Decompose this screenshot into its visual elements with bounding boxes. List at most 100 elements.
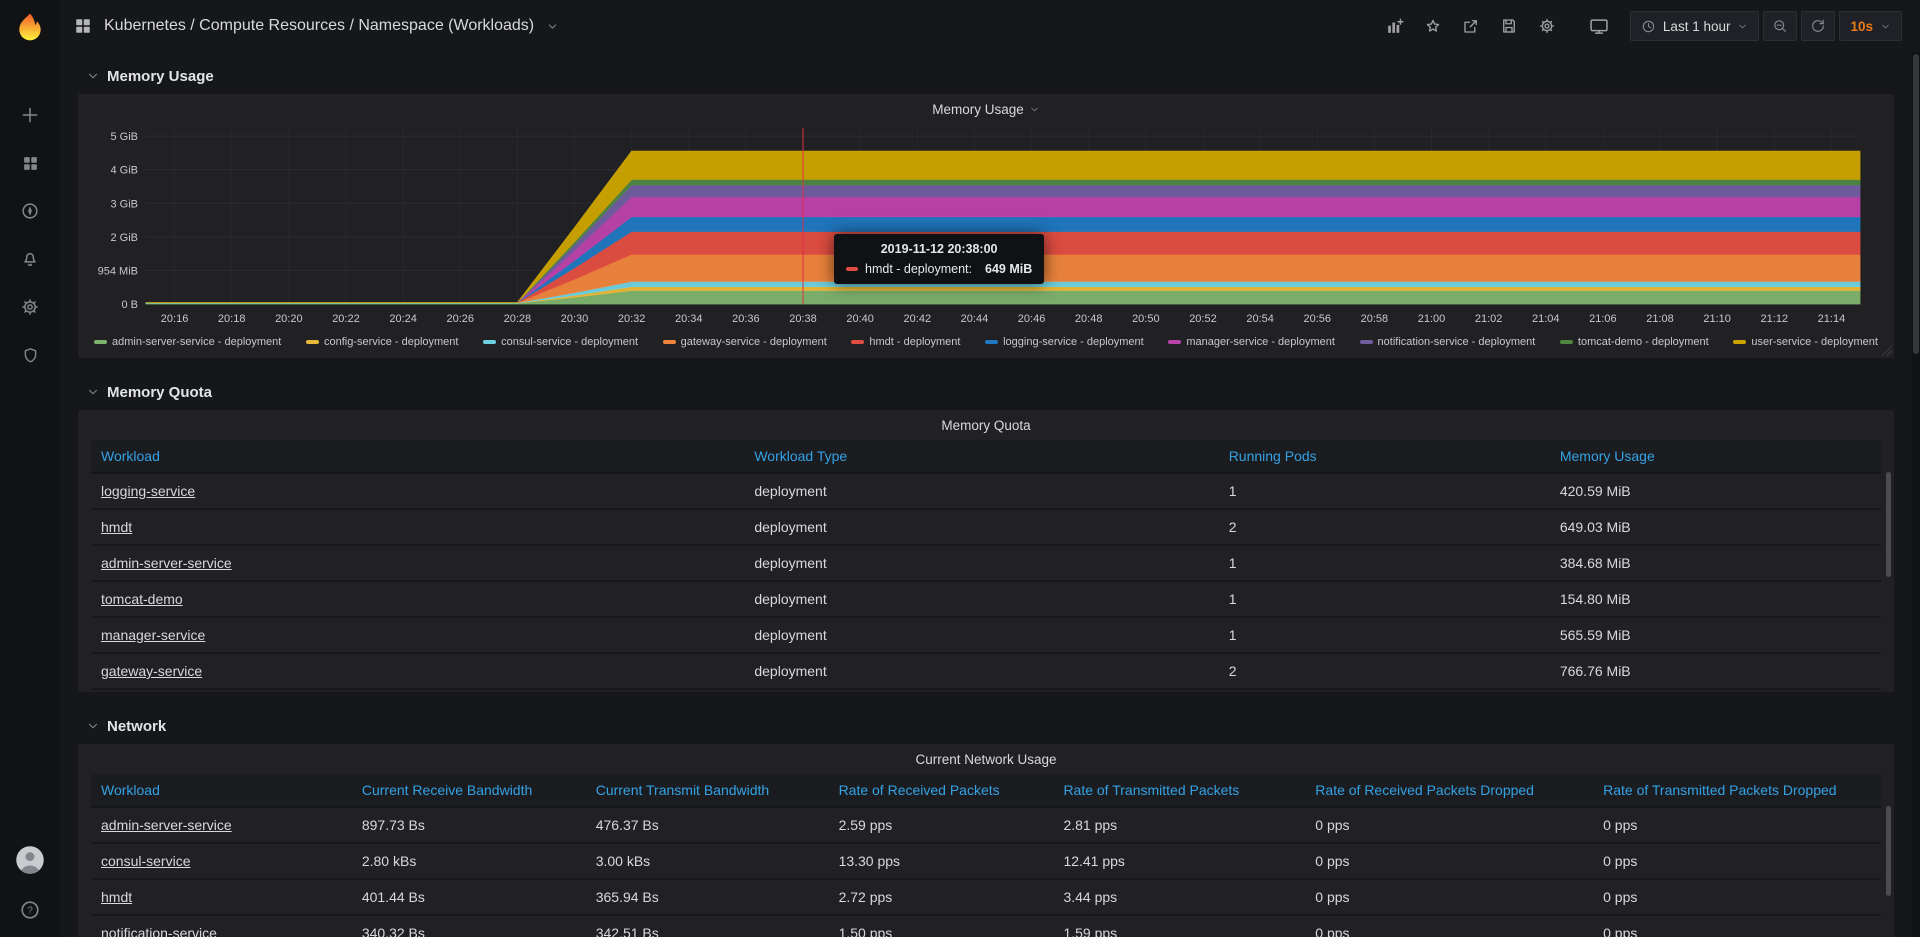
star-button[interactable] [1416, 11, 1450, 41]
tooltip-series-marker [846, 267, 858, 271]
y-axis-tick-label: 5 GiB [110, 131, 138, 143]
zoom-out-button[interactable] [1763, 11, 1797, 41]
grafana-logo-icon [14, 11, 46, 43]
workload-link[interactable]: hmdt [101, 889, 132, 905]
workload-link[interactable]: tomcat-demo [101, 591, 183, 607]
page-scrollbar-thumb[interactable] [1913, 54, 1919, 354]
refresh-button[interactable] [1801, 11, 1835, 41]
table-cell: 476.37 Bs [586, 807, 829, 843]
x-axis-tick-label: 20:28 [504, 313, 532, 325]
legend-item-admin-server-service[interactable]: admin-server-service - deployment [94, 336, 281, 348]
table-row: manager-servicedeployment1565.59 MiB [91, 617, 1881, 653]
plus-icon [20, 105, 40, 125]
column-header-workload[interactable]: Workload [91, 440, 744, 473]
table-cell: 565.59 MiB [1550, 617, 1881, 653]
workload-link[interactable]: gateway-service [101, 663, 202, 679]
legend-item-user-service[interactable]: user-service - deployment [1733, 336, 1878, 348]
workload-link[interactable]: hmdt [101, 519, 132, 535]
column-header-current-receive-bandwidth[interactable]: Current Receive Bandwidth [352, 774, 586, 807]
workload-link[interactable]: manager-service [101, 627, 205, 643]
share-icon [1462, 17, 1480, 35]
workload-cell: gateway-service [91, 653, 744, 689]
section-memory-quota[interactable]: Memory Quota [78, 374, 1894, 410]
alerting-icon [20, 249, 40, 269]
x-axis-tick-label: 20:46 [1018, 313, 1046, 325]
column-header-rate-of-transmitted-packets-dropped[interactable]: Rate of Transmitted Packets Dropped [1593, 774, 1881, 807]
column-header-workload[interactable]: Workload [91, 774, 352, 807]
memory-quota-panel: Memory Quota WorkloadWorkload TypeRunnin… [78, 410, 1894, 692]
section-network[interactable]: Network [78, 708, 1894, 744]
cycle-view-button[interactable] [1582, 11, 1616, 41]
x-axis-tick-label: 20:58 [1361, 313, 1389, 325]
workload-link[interactable]: admin-server-service [101, 555, 232, 571]
page-scrollbar[interactable] [1912, 52, 1920, 937]
share-button[interactable] [1454, 11, 1488, 41]
help-button[interactable]: ? [10, 893, 50, 927]
table-cell: 401.44 Bs [352, 879, 586, 915]
table-cell: 766.76 MiB [1550, 653, 1881, 689]
dashboard-breadcrumb[interactable]: Kubernetes / Compute Resources / Namespa… [74, 17, 559, 35]
create-button[interactable] [10, 98, 50, 132]
section-memory-usage[interactable]: Memory Usage [78, 58, 1894, 94]
dashboard-settings-button[interactable] [1530, 11, 1564, 41]
table-cell: 0 pps [1593, 843, 1881, 879]
column-header-running-pods[interactable]: Running Pods [1219, 440, 1550, 473]
legend-item-gateway-service[interactable]: gateway-service - deployment [663, 336, 827, 348]
configuration-button[interactable] [10, 290, 50, 324]
chevron-down-icon [86, 385, 100, 399]
save-button[interactable] [1492, 11, 1526, 41]
workload-cell: admin-server-service [91, 545, 744, 581]
network-table-header-row: WorkloadCurrent Receive BandwidthCurrent… [91, 774, 1881, 807]
table-cell: 1 [1219, 545, 1550, 581]
table-cell: 0 pps [1593, 879, 1881, 915]
sidebar-menu [10, 98, 50, 372]
legend-item-logging-service[interactable]: logging-service - deployment [985, 336, 1144, 348]
add-panel-button[interactable] [1378, 11, 1412, 41]
column-header-current-transmit-bandwidth[interactable]: Current Transmit Bandwidth [586, 774, 829, 807]
legend-color-marker [1560, 340, 1573, 344]
legend-color-marker [94, 340, 107, 344]
alerting-button[interactable] [10, 242, 50, 276]
column-header-workload-type[interactable]: Workload Type [744, 440, 1218, 473]
legend-item-manager-service[interactable]: manager-service - deployment [1168, 336, 1335, 348]
column-header-memory-usage[interactable]: Memory Usage [1550, 440, 1881, 473]
legend-item-tomcat-demo[interactable]: tomcat-demo - deployment [1560, 336, 1709, 348]
panel-resize-handle[interactable] [1882, 346, 1892, 356]
memory-usage-panel-title[interactable]: Memory Usage [84, 94, 1888, 124]
table-row: admin-server-servicedeployment1384.68 Mi… [91, 545, 1881, 581]
column-header-rate-of-transmitted-packets[interactable]: Rate of Transmitted Packets [1053, 774, 1305, 807]
tooltip-timestamp: 2019-11-12 20:38:00 [846, 242, 1032, 256]
legend-item-consul-service[interactable]: consul-service - deployment [483, 336, 638, 348]
network-panel-title[interactable]: Current Network Usage [78, 744, 1894, 774]
memory-usage-chart[interactable]: 0 B954 MiB2 GiB3 GiB4 GiB5 GiB20:1620:18… [84, 124, 1874, 330]
memory-quota-panel-title[interactable]: Memory Quota [78, 410, 1894, 440]
legend-item-notification-service[interactable]: notification-service - deployment [1360, 336, 1536, 348]
workload-cell: logging-service [91, 473, 744, 509]
column-header-rate-of-received-packets-dropped[interactable]: Rate of Received Packets Dropped [1305, 774, 1593, 807]
table-cell: 1 [1219, 581, 1550, 617]
table-scrollbar[interactable] [1886, 806, 1891, 896]
table-scrollbar[interactable] [1886, 472, 1891, 577]
explore-button[interactable] [10, 194, 50, 228]
dashboards-button[interactable] [10, 146, 50, 180]
refresh-interval-picker[interactable]: 10s [1839, 11, 1902, 41]
x-axis-tick-label: 20:42 [904, 313, 932, 325]
legend-item-hmdt[interactable]: hmdt - deployment [851, 336, 960, 348]
table-cell: deployment [744, 473, 1218, 509]
user-avatar[interactable] [10, 843, 50, 877]
workload-link[interactable]: admin-server-service [101, 817, 232, 833]
table-cell: 2.81 pps [1053, 807, 1305, 843]
time-range-picker[interactable]: Last 1 hour [1630, 11, 1760, 41]
grafana-logo[interactable] [0, 0, 60, 54]
x-axis-tick-label: 20:48 [1075, 313, 1103, 325]
workload-link[interactable]: consul-service [101, 853, 190, 869]
chart-legend: admin-server-service - deployment config-… [84, 330, 1888, 354]
y-axis-tick-label: 3 GiB [110, 198, 138, 210]
column-header-rate-of-received-packets[interactable]: Rate of Received Packets [829, 774, 1054, 807]
legend-item-config-service[interactable]: config-service - deployment [306, 336, 459, 348]
table-cell: 2.72 pps [829, 879, 1054, 915]
workload-link[interactable]: notification-service [101, 925, 217, 937]
workload-link[interactable]: logging-service [101, 483, 195, 499]
legend-color-marker [483, 340, 496, 344]
server-admin-button[interactable] [10, 338, 50, 372]
